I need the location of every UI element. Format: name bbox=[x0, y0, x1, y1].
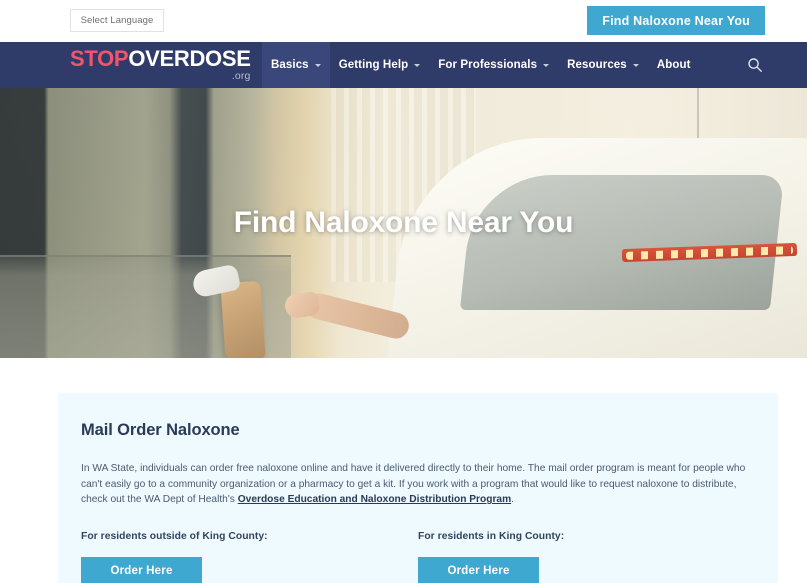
nav-item-about-label: About bbox=[656, 59, 691, 71]
cta-column-outside-king-county: For residents outside of King County: Or… bbox=[81, 531, 418, 583]
site-logo[interactable]: STOPOVERDOSE .org bbox=[70, 48, 251, 82]
card-title: Mail Order Naloxone bbox=[81, 421, 240, 439]
cta-label-in-king-county: For residents in King County: bbox=[418, 530, 565, 542]
hero-banner: Find Naloxone Near You bbox=[0, 88, 807, 358]
chevron-down-icon bbox=[314, 63, 321, 67]
card-paragraph-text-after-link: . bbox=[511, 494, 514, 506]
logo-overdose-text: OVERDOSE bbox=[128, 46, 251, 71]
nav-item-for-professionals[interactable]: For Professionals bbox=[429, 42, 558, 88]
card-paragraph: In WA State, individuals can order free … bbox=[81, 461, 755, 508]
chevron-down-icon bbox=[632, 63, 639, 67]
nav-item-resources[interactable]: Resources bbox=[558, 42, 648, 88]
chevron-down-icon bbox=[414, 63, 421, 67]
nav-item-getting-help-label: Getting Help bbox=[338, 59, 409, 71]
cta-row: For residents outside of King County: Or… bbox=[81, 531, 755, 583]
cta-column-in-king-county: For residents in King County: Order Here bbox=[418, 531, 755, 583]
nav-item-basics-label: Basics bbox=[271, 59, 309, 71]
logo-stop-text: STOP bbox=[70, 46, 129, 71]
order-here-button-outside-king-county[interactable]: Order Here bbox=[81, 556, 202, 583]
logo-wordmark: STOPOVERDOSE bbox=[70, 48, 251, 70]
odnd-program-link[interactable]: Overdose Education and Naloxone Distribu… bbox=[238, 494, 511, 505]
nav-menu: Basics Getting Help For Professionals Re… bbox=[262, 42, 700, 88]
language-selector[interactable]: Select Language bbox=[70, 9, 164, 32]
order-here-button-in-king-county[interactable]: Order Here bbox=[418, 556, 539, 583]
find-naloxone-near-you-button[interactable]: Find Naloxone Near You bbox=[587, 6, 765, 35]
hero-title: Find Naloxone Near You bbox=[233, 206, 574, 239]
page-body: Mail Order Naloxone In WA State, individ… bbox=[0, 358, 807, 583]
cta-label-outside-king-county: For residents outside of King County: bbox=[81, 530, 268, 542]
main-navbar: STOPOVERDOSE .org Basics Getting Help Fo… bbox=[0, 42, 807, 88]
chevron-down-icon bbox=[543, 63, 550, 67]
logo-org-text: .org bbox=[231, 70, 251, 82]
nav-item-about[interactable]: About bbox=[648, 42, 700, 88]
nav-item-resources-label: Resources bbox=[567, 59, 627, 71]
mail-order-naloxone-card: Mail Order Naloxone In WA State, individ… bbox=[58, 393, 778, 583]
nav-item-getting-help[interactable]: Getting Help bbox=[330, 42, 430, 88]
utility-bar: Select Language Find Naloxone Near You bbox=[0, 0, 807, 42]
search-icon[interactable] bbox=[747, 57, 763, 73]
nav-item-for-professionals-label: For Professionals bbox=[438, 59, 538, 71]
language-selector-label: Select Language bbox=[80, 15, 154, 26]
nav-item-basics[interactable]: Basics bbox=[262, 42, 330, 88]
